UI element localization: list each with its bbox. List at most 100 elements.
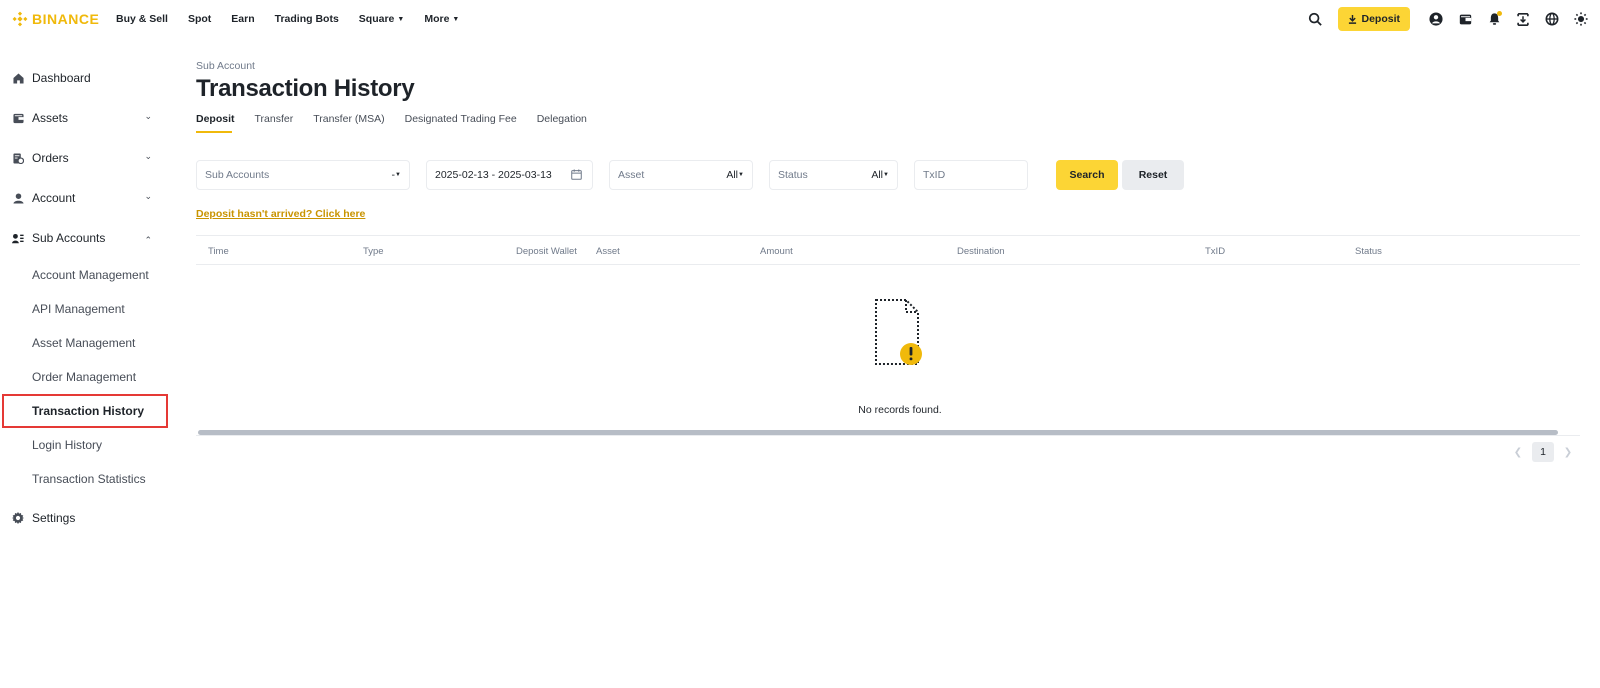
sub-accounts-icon — [12, 232, 24, 244]
page-number-current[interactable]: 1 — [1532, 442, 1554, 462]
breadcrumb[interactable]: Sub Account — [196, 60, 1580, 72]
user-profile-icon[interactable] — [1427, 10, 1445, 28]
nav-more[interactable]: More ▼ — [424, 13, 459, 25]
column-header-txid: TxID — [1205, 246, 1226, 257]
chevron-left-icon[interactable]: ❮ — [1510, 447, 1526, 458]
sidebar-item-orders[interactable]: Orders ⌄ — [0, 138, 170, 178]
sidebar-item-account[interactable]: Account ⌄ — [0, 178, 170, 218]
sidebar-item-label: Sub Accounts — [32, 231, 106, 245]
binance-logo[interactable]: BINANCE — [12, 10, 99, 28]
caret-down-icon: ▼ — [395, 172, 401, 178]
sidebar-subitem-asset-management[interactable]: Asset Management — [0, 326, 170, 360]
home-icon — [12, 72, 24, 84]
main-nav: Buy & Sell Spot Earn Trading Bots Square… — [116, 0, 479, 38]
status-select[interactable]: Status All ▼ — [769, 160, 898, 190]
caret-down-icon: ▼ — [738, 172, 744, 178]
nav-square[interactable]: Square ▼ — [359, 13, 405, 25]
sidebar-item-label: Settings — [32, 511, 76, 525]
tab-label: Transfer (MSA) — [313, 113, 385, 125]
chevron-down-icon: ▼ — [397, 15, 405, 23]
sidebar-subitem-order-management[interactable]: Order Management — [0, 360, 170, 394]
sidebar-subitem-label: Transaction History — [32, 404, 145, 418]
orders-icon — [12, 152, 24, 164]
tab-deposit[interactable]: Deposit — [196, 111, 235, 135]
chevron-down-icon: ⌄ — [144, 151, 152, 161]
txid-input[interactable]: TxID — [914, 160, 1028, 190]
date-range-value: 2025-02-13 - 2025-03-13 — [435, 169, 552, 181]
chevron-down-icon: ⌄ — [144, 111, 152, 121]
sidebar-item-label: Assets — [32, 111, 69, 125]
sidebar-item-label: Orders — [32, 151, 69, 165]
deposit-not-arrived-link[interactable]: Deposit hasn't arrived? Click here — [196, 208, 365, 220]
binance-logo-icon — [12, 11, 28, 27]
sidebar-subitem-label: Transaction Statistics — [32, 472, 146, 486]
asset-value: All — [726, 169, 738, 181]
sidebar-item-sub-accounts[interactable]: Sub Accounts ⌃ — [0, 218, 170, 258]
reset-button[interactable]: Reset — [1122, 160, 1184, 190]
brand-name: BINANCE — [32, 11, 100, 27]
nav-label: More — [424, 13, 450, 25]
sidebar-subitem-transaction-statistics[interactable]: Transaction Statistics — [0, 462, 170, 496]
page-title: Transaction History — [196, 75, 415, 102]
table-header: Time Type Deposit Wallet Asset Amount De… — [196, 235, 1580, 265]
sidebar-subitem-label: Asset Management — [32, 336, 136, 350]
sidebar-subitem-login-history[interactable]: Login History — [0, 428, 170, 462]
column-header-type: Type — [363, 246, 384, 257]
column-header-asset: Asset — [596, 246, 620, 257]
horizontal-scrollbar[interactable] — [198, 430, 1558, 435]
tab-transfer[interactable]: Transfer — [255, 111, 294, 135]
nav-spot[interactable]: Spot — [188, 13, 211, 25]
nav-label: Trading Bots — [274, 13, 339, 25]
sub-accounts-select[interactable]: Sub Accounts - ▼ — [196, 160, 410, 190]
header-actions: Deposit — [1295, 0, 1590, 38]
tab-designated-trading-fee[interactable]: Designated Trading Fee — [405, 111, 517, 135]
header-deposit-button[interactable]: Deposit — [1338, 7, 1410, 31]
column-header-status: Status — [1355, 246, 1382, 257]
search-button[interactable]: Search — [1056, 160, 1118, 190]
sidebar: Dashboard Assets ⌄ Orders ⌄ Account ⌄ Su… — [0, 58, 170, 538]
column-header-deposit-wallet: Deposit Wallet — [516, 246, 577, 257]
person-icon — [12, 192, 24, 204]
wallet-icon[interactable] — [1456, 10, 1474, 28]
notification-dot — [1497, 11, 1502, 16]
notification-bell-icon[interactable] — [1485, 10, 1503, 28]
nav-label: Earn — [231, 13, 255, 25]
status-value: All — [871, 169, 883, 181]
column-header-amount: Amount — [760, 246, 793, 257]
nav-earn[interactable]: Earn — [231, 13, 254, 25]
nav-label: Square — [358, 13, 395, 25]
tab-transfer-msa[interactable]: Transfer (MSA) — [313, 111, 384, 135]
chevron-down-icon: ⌄ — [144, 191, 152, 201]
tab-label: Transfer — [254, 113, 294, 125]
nav-label: Spot — [187, 13, 212, 25]
sidebar-subitem-api-management[interactable]: API Management — [0, 292, 170, 326]
chevron-up-icon: ⌃ — [144, 235, 152, 245]
txid-placeholder: TxID — [923, 169, 946, 181]
language-globe-icon[interactable] — [1543, 10, 1561, 28]
sidebar-subitem-label: API Management — [32, 302, 125, 316]
nav-label: Buy & Sell — [116, 13, 168, 25]
theme-toggle-icon[interactable] — [1572, 10, 1590, 28]
pagination: ❮ 1 ❯ — [1510, 442, 1576, 462]
nav-trading-bots[interactable]: Trading Bots — [275, 13, 339, 25]
tab-label: Designated Trading Fee — [404, 113, 517, 125]
sidebar-item-assets[interactable]: Assets ⌄ — [0, 98, 170, 138]
sidebar-subitem-label: Order Management — [32, 370, 137, 384]
sidebar-item-settings[interactable]: Settings — [0, 498, 170, 538]
nav-buy-sell[interactable]: Buy & Sell — [116, 13, 168, 25]
tab-delegation[interactable]: Delegation — [537, 111, 587, 135]
asset-select[interactable]: Asset All ▼ — [609, 160, 753, 190]
deposit-download-icon — [1349, 14, 1357, 24]
empty-state-text: No records found. — [858, 404, 942, 416]
sidebar-item-dashboard[interactable]: Dashboard — [0, 58, 170, 98]
sidebar-subitem-account-management[interactable]: Account Management — [0, 258, 170, 292]
calendar-icon — [571, 169, 582, 183]
chevron-right-icon[interactable]: ❯ — [1560, 447, 1576, 458]
sidebar-item-label: Account — [32, 191, 76, 205]
date-range-picker[interactable]: 2025-02-13 - 2025-03-13 — [426, 160, 593, 190]
sidebar-subitem-transaction-history[interactable]: Transaction History — [2, 394, 168, 428]
status-label: Status — [778, 169, 808, 181]
column-header-destination: Destination — [957, 246, 1005, 257]
download-app-icon[interactable] — [1514, 10, 1532, 28]
search-icon[interactable] — [1306, 10, 1324, 28]
